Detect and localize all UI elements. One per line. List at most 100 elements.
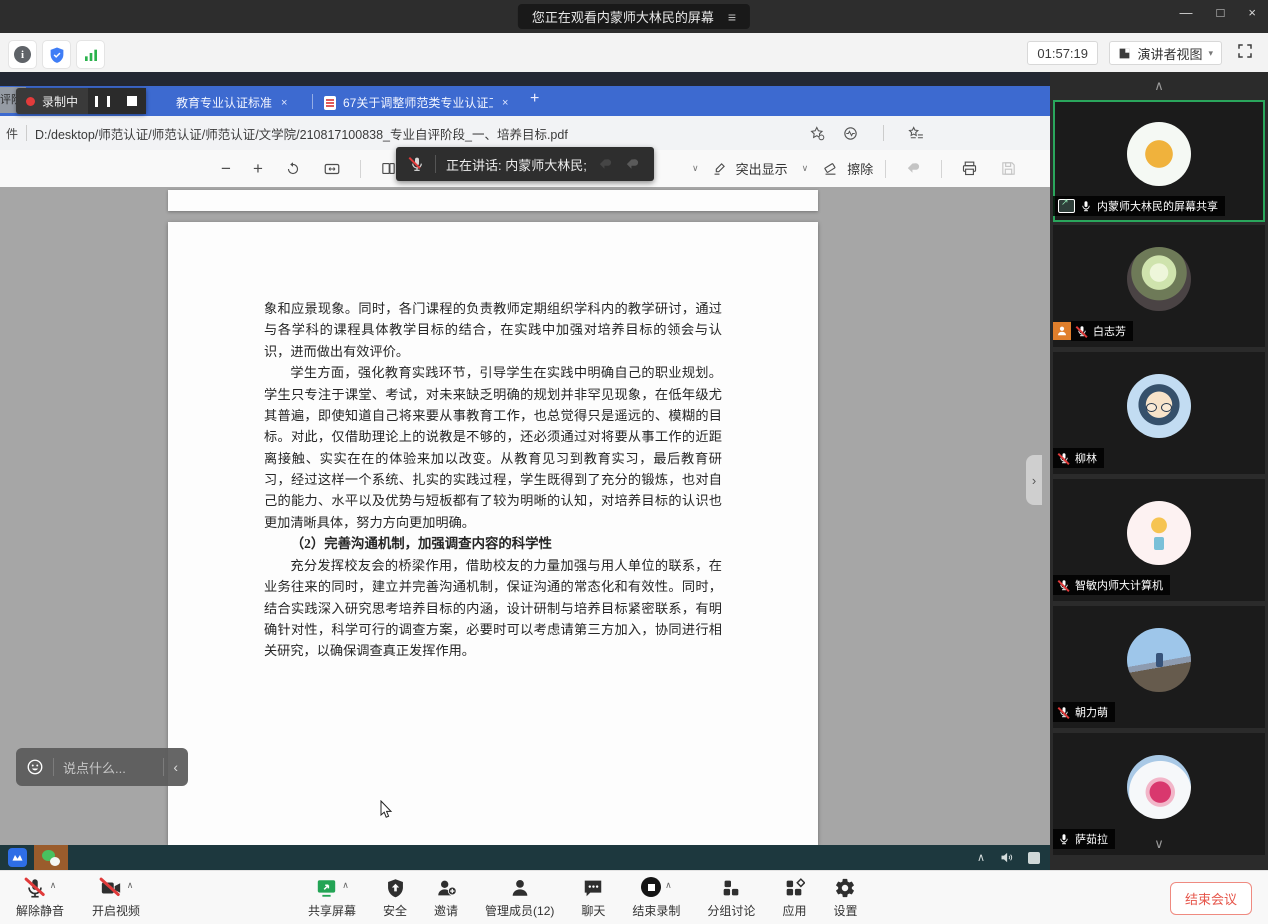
security-button[interactable]: 安全	[383, 877, 407, 919]
end-meeting-button[interactable]: 结束会议	[1170, 882, 1252, 915]
watching-banner: 您正在观看内蒙师大林民的屏幕 ≡	[518, 4, 750, 29]
banner-menu-icon[interactable]: ≡	[728, 9, 736, 25]
file-menu-partial[interactable]: 件	[6, 125, 18, 142]
chevron-left-icon[interactable]: ‹	[173, 759, 178, 775]
chevron-up-icon[interactable]: ∧	[50, 880, 57, 891]
url-text[interactable]: D:/desktop/师范认证/师范认证/师范认证/文学院/2108171008…	[35, 124, 568, 143]
pdf-favicon	[324, 96, 336, 110]
glasses-decoration	[1146, 403, 1172, 412]
zoom-in-icon[interactable]: +	[242, 159, 274, 179]
eraser-icon[interactable]	[818, 160, 843, 177]
close-icon[interactable]: ×	[1248, 5, 1256, 20]
network-quality-button[interactable]	[76, 40, 105, 69]
chevron-up-icon[interactable]: ∧	[665, 880, 672, 891]
tab-close-icon[interactable]: ×	[500, 97, 510, 109]
apps-icon	[783, 877, 805, 899]
participant-name: 白志芳	[1093, 323, 1126, 339]
new-tab-button[interactable]: +	[530, 90, 539, 108]
stop-recording-button[interactable]: ∧ 结束录制	[632, 877, 680, 919]
stop-recording-button[interactable]	[117, 88, 146, 114]
fullscreen-button[interactable]	[1236, 42, 1254, 60]
chat-bubble-icon	[582, 877, 604, 899]
meeting-info-button[interactable]: i	[8, 40, 37, 69]
chevron-up-icon[interactable]: ∧	[127, 880, 134, 891]
document-text: 象和应景现象。同时，各门课程的负责教师定期组织学科内的教学研讨，通过与各学科的课…	[264, 298, 722, 662]
participant-name: 柳林	[1075, 450, 1097, 466]
highlighter-icon[interactable]	[707, 160, 732, 177]
pdf-page[interactable]: 象和应景现象。同时，各门课程的负责教师定期组织学科内的教学研讨，通过与各学科的课…	[168, 222, 818, 845]
share-screen-button[interactable]: ∧ 共享屏幕	[308, 877, 356, 919]
muted-mic-icon	[409, 156, 425, 172]
chevron-down-icon[interactable]: ∨	[692, 163, 699, 174]
start-video-button[interactable]: ∧ 开启视频	[92, 877, 140, 919]
print-icon[interactable]	[950, 160, 989, 177]
chevron-down-icon: ▾	[1208, 48, 1213, 59]
meeting-timer: 01:57:19	[1027, 41, 1098, 65]
settings-label: 设置	[833, 902, 857, 919]
screen-share-icon	[1058, 199, 1075, 213]
chat-button[interactable]: 聊天	[581, 877, 605, 919]
divider	[360, 160, 361, 178]
emoji-icon[interactable]	[26, 758, 44, 776]
participant-name: 智敏内师大计算机	[1075, 577, 1163, 593]
view-mode-dropdown[interactable]: 演讲者视图 ▾	[1109, 41, 1222, 65]
divider	[885, 160, 886, 178]
scroll-up-chevron[interactable]: ∧	[1050, 78, 1268, 94]
divider	[26, 125, 27, 141]
ime-indicator-icon[interactable]	[1028, 852, 1040, 864]
chevron-down-icon[interactable]: ∨	[802, 163, 809, 174]
browser-address-bar: 件 D:/desktop/师范认证/师范认证/师范认证/文学院/21081710…	[0, 116, 1050, 151]
shield-check-icon	[48, 46, 66, 64]
chevron-up-icon[interactable]: ∧	[342, 880, 349, 891]
unmute-label: 解除静音	[16, 902, 64, 919]
browser-tab-2[interactable]: 67关于调整师范类专业认证工作 ×	[316, 89, 538, 116]
maximize-icon[interactable]: □	[1217, 5, 1225, 20]
fit-width-icon[interactable]	[312, 160, 352, 178]
participant-tile[interactable]: 智敏内师大计算机	[1053, 479, 1265, 601]
participant-name: 朝力萌	[1075, 704, 1108, 720]
favorites-list-icon[interactable]	[908, 125, 925, 142]
meeting-security-button[interactable]	[42, 40, 71, 69]
save-icon[interactable]	[989, 160, 1028, 177]
mic-muted-icon	[1076, 325, 1088, 337]
participant-tile[interactable]: 朝力萌	[1053, 606, 1265, 728]
rotate-icon[interactable]	[274, 161, 312, 177]
avatar	[1127, 628, 1191, 692]
tray-chevron-up-icon[interactable]: ∧	[977, 851, 985, 864]
erase-label[interactable]: 擦除	[847, 159, 873, 178]
apps-button[interactable]: 应用	[782, 877, 806, 919]
shared-screen-top-edge	[0, 72, 1050, 86]
arrow-back-icon	[597, 156, 614, 173]
breakout-rooms-button[interactable]: 分组讨论	[707, 877, 755, 919]
chat-placeholder[interactable]: 说点什么...	[63, 758, 154, 777]
pause-recording-button[interactable]	[88, 88, 117, 114]
settings-button[interactable]: 设置	[833, 877, 857, 919]
panel-expander-tab[interactable]: ›	[1026, 455, 1042, 505]
taskbar-wechat-app[interactable]	[34, 845, 68, 870]
avatar	[1127, 374, 1191, 438]
participant-tile[interactable]: 柳林	[1053, 352, 1265, 474]
minimize-icon[interactable]: —	[1180, 5, 1193, 20]
zoom-out-icon[interactable]: −	[210, 159, 242, 179]
avatar	[1127, 501, 1191, 565]
doc-heading: （2）完善沟通机制，加强调查内容的科学性	[264, 533, 722, 555]
draw-tool-icon[interactable]	[894, 160, 933, 177]
browser-tab-1[interactable]: 教育专业认证标准 ×	[168, 89, 322, 116]
unmute-button[interactable]: ∧ 解除静音	[16, 877, 64, 919]
invite-button[interactable]: 邀请	[434, 877, 458, 919]
speaker-icon[interactable]	[999, 850, 1014, 865]
person-icon	[509, 877, 531, 899]
participant-tile-screen-share[interactable]: 内蒙师大林民的屏幕共享	[1053, 100, 1265, 222]
tab-close-icon[interactable]: ×	[279, 97, 289, 109]
blocks-icon	[720, 877, 742, 899]
manage-members-button[interactable]: 管理成员(12)	[485, 877, 554, 919]
favorite-star-icon[interactable]	[809, 125, 826, 142]
highlight-label[interactable]: 突出显示	[736, 159, 788, 178]
chat-quick-input[interactable]: 说点什么... ‹	[16, 748, 188, 786]
divider	[163, 758, 164, 776]
scroll-down-chevron[interactable]: ∨	[1050, 836, 1268, 852]
participant-tile[interactable]: 白志芳	[1053, 225, 1265, 347]
taskbar-meeting-app[interactable]	[0, 845, 34, 870]
system-tray: ∧	[977, 845, 1040, 870]
browser-essentials-icon[interactable]	[842, 125, 859, 142]
